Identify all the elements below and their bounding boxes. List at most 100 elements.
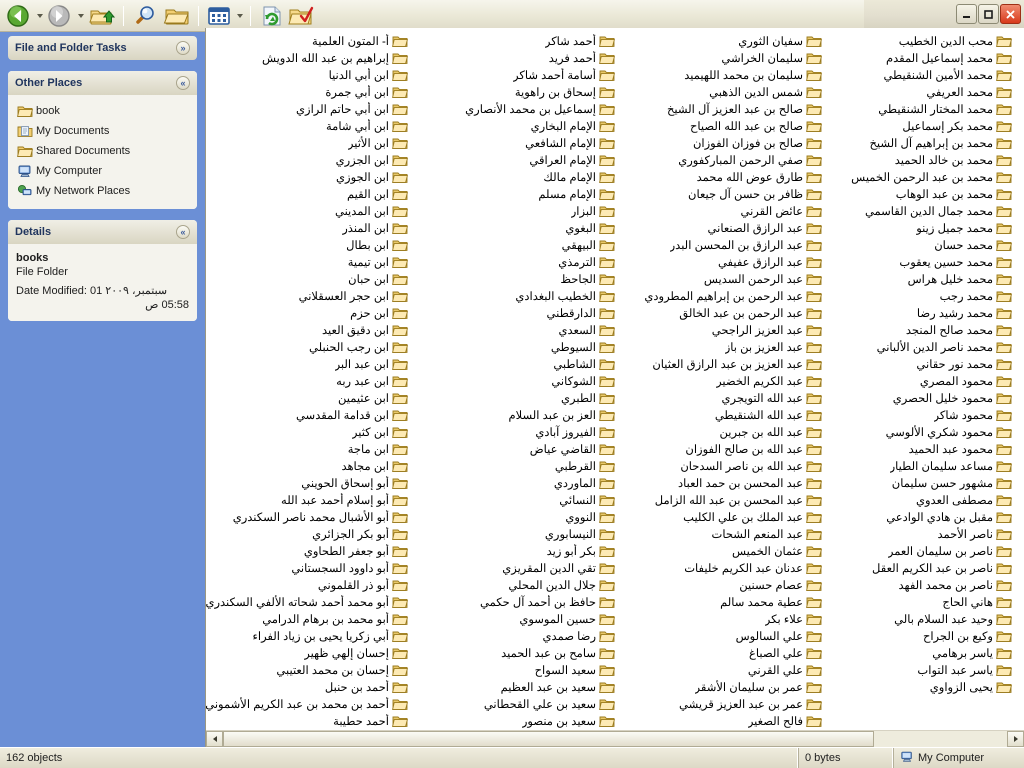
folder-item[interactable]: ابن دقيق العيد xyxy=(206,321,413,338)
folder-item[interactable]: سعيد السواح xyxy=(413,661,620,678)
scroll-right-button[interactable] xyxy=(1007,731,1024,747)
folder-item[interactable]: القرطبي xyxy=(413,457,620,474)
folder-item[interactable]: محمد حسين يعقوب xyxy=(827,253,1017,270)
folder-item[interactable]: عبد الرازق الصنعاني xyxy=(620,219,827,236)
folder-item[interactable]: سعيد بن منصور xyxy=(413,712,620,729)
views-button[interactable] xyxy=(204,2,234,30)
folder-item[interactable]: محمد الأمين الشنقيطي xyxy=(827,66,1017,83)
folder-item[interactable]: عمر بن سليمان الأشقر xyxy=(620,678,827,695)
folder-item[interactable]: الشاطبي xyxy=(413,355,620,372)
folder-item[interactable]: ابن أبي الدنيا xyxy=(206,66,413,83)
folder-item[interactable]: عبد المحسن بن عبد الله الزامل xyxy=(620,491,827,508)
folder-item[interactable]: السعدي xyxy=(413,321,620,338)
folder-item[interactable]: القاضي عياض xyxy=(413,440,620,457)
folder-item[interactable]: عمر بن عبد العزيز قريشي xyxy=(620,695,827,712)
folder-item[interactable]: حسين الموسوي xyxy=(413,610,620,627)
folder-item[interactable]: عدنان عبد الكريم خليفات xyxy=(620,559,827,576)
edit-button[interactable] xyxy=(286,2,316,30)
folder-item[interactable]: محمد رجب xyxy=(827,287,1017,304)
forward-button[interactable] xyxy=(45,2,75,30)
folder-item[interactable]: جلال الدين المحلي xyxy=(413,576,620,593)
folder-item[interactable]: محمد إسماعيل المقدم xyxy=(827,49,1017,66)
folder-item[interactable]: عبد الرحمن بن عبد الخالق xyxy=(620,304,827,321)
folder-item[interactable]: ياسر عبد التواب xyxy=(827,661,1017,678)
folder-item[interactable]: بكر أبو زيد xyxy=(413,542,620,559)
folder-item[interactable]: الإمام مسلم xyxy=(413,185,620,202)
folder-item[interactable]: عصام حسنين xyxy=(620,576,827,593)
folder-item[interactable]: علاء بكر xyxy=(620,610,827,627)
other-place-my-documents[interactable]: My Documents xyxy=(14,121,191,141)
file-and-folder-tasks-header[interactable]: File and Folder Tasks » xyxy=(8,36,197,60)
folder-item[interactable]: سامح بن عبد الحميد xyxy=(413,644,620,661)
folder-item[interactable]: أ- المتون العلمية xyxy=(206,32,413,49)
folder-item[interactable]: النيسابوري xyxy=(413,525,620,542)
folder-item[interactable]: صالح بن عبد العزيز آل الشيخ xyxy=(620,100,827,117)
folder-item[interactable]: ابن حجر العسقلاني xyxy=(206,287,413,304)
folder-item[interactable]: محمد بن عبد الرحمن الخميس xyxy=(827,168,1017,185)
forward-dropdown[interactable] xyxy=(75,2,86,30)
folder-item[interactable]: الطبري xyxy=(413,389,620,406)
folder-item[interactable]: ابن أبي حاتم الرازي xyxy=(206,100,413,117)
folder-item[interactable]: صالح بن عبد الله الصياح xyxy=(620,117,827,134)
folder-item[interactable]: عبد الملك بن علي الكليب xyxy=(620,508,827,525)
folder-item[interactable]: البغوي xyxy=(413,219,620,236)
views-dropdown[interactable] xyxy=(234,2,245,30)
folder-item[interactable]: أبي زكريا يحيى بن زياد الفراء xyxy=(206,627,413,644)
folder-item[interactable]: الإمام الشافعي xyxy=(413,134,620,151)
folder-item[interactable]: أبو إسحاق الحويني xyxy=(206,474,413,491)
folder-item[interactable]: محمود شاكر xyxy=(827,406,1017,423)
folder-item[interactable]: مقبل بن هادي الوادعي xyxy=(827,508,1017,525)
folder-item[interactable]: ناصر بن عبد الكريم العقل xyxy=(827,559,1017,576)
folder-item[interactable]: عائض القرني xyxy=(620,202,827,219)
folder-item[interactable]: أحمد فريد xyxy=(413,49,620,66)
folder-item[interactable]: مساعد سليمان الطيار xyxy=(827,457,1017,474)
folder-item[interactable]: إبراهيم بن عبد الله الدويش xyxy=(206,49,413,66)
folder-item[interactable]: حافظ بن أحمد آل حكمي xyxy=(413,593,620,610)
scroll-left-button[interactable] xyxy=(206,731,223,747)
folder-item[interactable]: ابن عثيمين xyxy=(206,389,413,406)
folder-item[interactable]: أبو ذر القلموني xyxy=(206,576,413,593)
scrollbar-track[interactable] xyxy=(223,731,1007,747)
back-button[interactable] xyxy=(4,2,34,30)
folder-item[interactable]: البزار xyxy=(413,202,620,219)
folder-item[interactable]: صالح بن فوزان الفوزان xyxy=(620,134,827,151)
folder-item[interactable]: علي السالوس xyxy=(620,627,827,644)
folder-item[interactable]: ابن أبي جمرة xyxy=(206,83,413,100)
folder-item[interactable]: عبد الله بن جبرين xyxy=(620,423,827,440)
folder-item[interactable]: العز بن عبد السلام xyxy=(413,406,620,423)
file-list-area[interactable]: أ- المتون العلمية إبراهيم بن عبد الله الد… xyxy=(206,28,1024,730)
folder-item[interactable]: فالح الصغير xyxy=(620,712,827,729)
folder-item[interactable]: الترمذي xyxy=(413,253,620,270)
folder-item[interactable]: محمد رشيد رضا xyxy=(827,304,1017,321)
folder-item[interactable]: رضا صمدي xyxy=(413,627,620,644)
folder-item[interactable]: شمس الدين الذهبي xyxy=(620,83,827,100)
folder-item[interactable]: إحسان إلهي ظهير xyxy=(206,644,413,661)
chevron-expand-icon[interactable]: » xyxy=(176,41,190,55)
minimize-button[interactable] xyxy=(956,4,977,24)
folder-item[interactable]: أبو محمد بن برهام الدرامي xyxy=(206,610,413,627)
folder-item[interactable]: النسائي xyxy=(413,491,620,508)
folder-item[interactable]: عبد الله بن ناصر السدحان xyxy=(620,457,827,474)
folder-item[interactable]: ظافر بن حسن آل جيعان xyxy=(620,185,827,202)
folder-item[interactable]: إحسان بن محمد العتيبي xyxy=(206,661,413,678)
folder-item[interactable]: النووي xyxy=(413,508,620,525)
folder-item[interactable]: محمود خليل الحصري xyxy=(827,389,1017,406)
folder-item[interactable]: سعيد بن عبد العظيم xyxy=(413,678,620,695)
folder-item[interactable]: ابن المنذر xyxy=(206,219,413,236)
folder-item[interactable]: محمد العريفي xyxy=(827,83,1017,100)
folder-item[interactable]: محمد خليل هراس xyxy=(827,270,1017,287)
folder-item[interactable]: ابن الجوزي xyxy=(206,168,413,185)
close-button[interactable] xyxy=(1000,4,1021,24)
other-places-header[interactable]: Other Places « xyxy=(8,71,197,95)
folder-item[interactable]: محمد بكر إسماعيل xyxy=(827,117,1017,134)
folder-item[interactable]: عثمان الخميس xyxy=(620,542,827,559)
folder-item[interactable]: محمد صالح المنجد xyxy=(827,321,1017,338)
search-button[interactable] xyxy=(129,2,161,30)
file-list-pane[interactable]: أ- المتون العلمية إبراهيم بن عبد الله الد… xyxy=(205,28,1024,747)
folder-item[interactable]: تقي الدين المقريزي xyxy=(413,559,620,576)
details-header[interactable]: Details « xyxy=(8,220,197,244)
folder-item[interactable]: سفيان الثوري xyxy=(620,32,827,49)
other-place-my-network-places[interactable]: My Network Places xyxy=(14,181,191,201)
scrollbar-thumb[interactable] xyxy=(223,731,874,747)
folder-item[interactable]: ابن حزم xyxy=(206,304,413,321)
